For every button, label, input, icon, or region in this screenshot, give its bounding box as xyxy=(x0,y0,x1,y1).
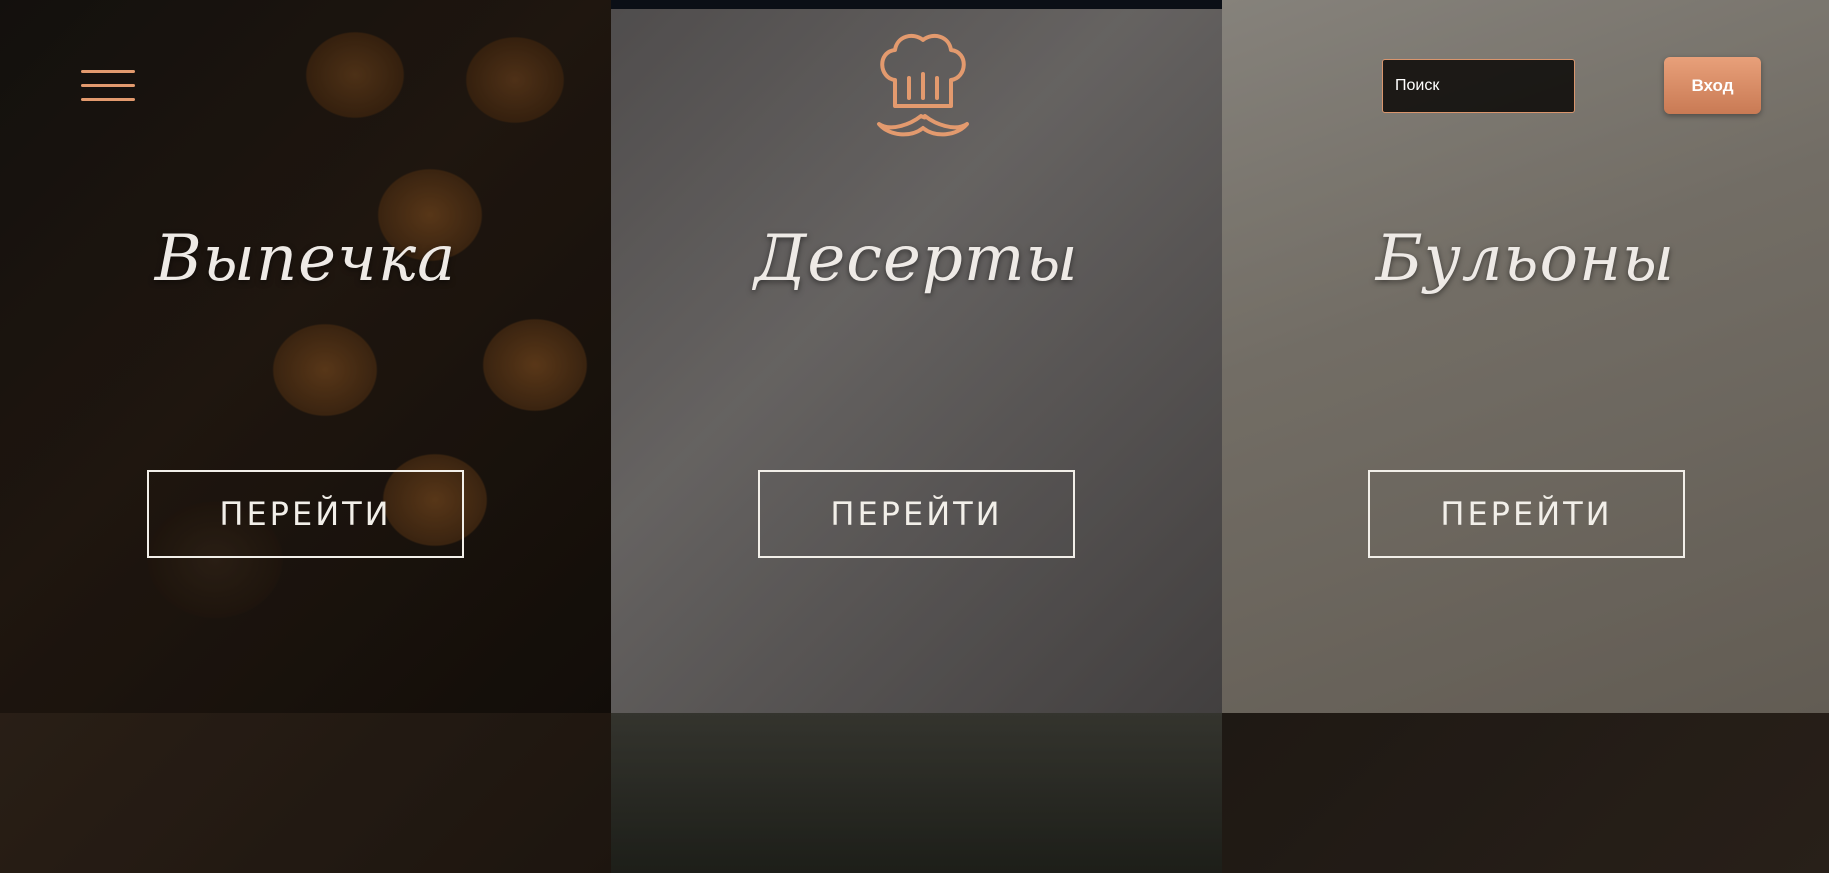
go-button-broths[interactable]: ПЕРЕЙТИ xyxy=(1368,470,1685,558)
tile-pastry[interactable] xyxy=(0,0,611,713)
search-input[interactable] xyxy=(1382,59,1575,113)
login-button[interactable]: Вход xyxy=(1664,57,1761,114)
tile-drinks[interactable] xyxy=(611,713,1222,873)
go-button-desserts[interactable]: ПЕРЕЙТИ xyxy=(758,470,1075,558)
category-title-pastry: Выпечка xyxy=(154,222,457,296)
chef-hat-logo-icon[interactable] xyxy=(873,28,973,140)
tile-snacks[interactable] xyxy=(1222,713,1829,873)
category-title-broths: Бульоны xyxy=(1375,222,1676,296)
hamburger-menu-icon[interactable] xyxy=(81,70,135,102)
go-button-pastry[interactable]: ПЕРЕЙТИ xyxy=(147,470,464,558)
tile-soups[interactable] xyxy=(0,713,611,873)
category-title-desserts: Десерты xyxy=(754,222,1079,296)
